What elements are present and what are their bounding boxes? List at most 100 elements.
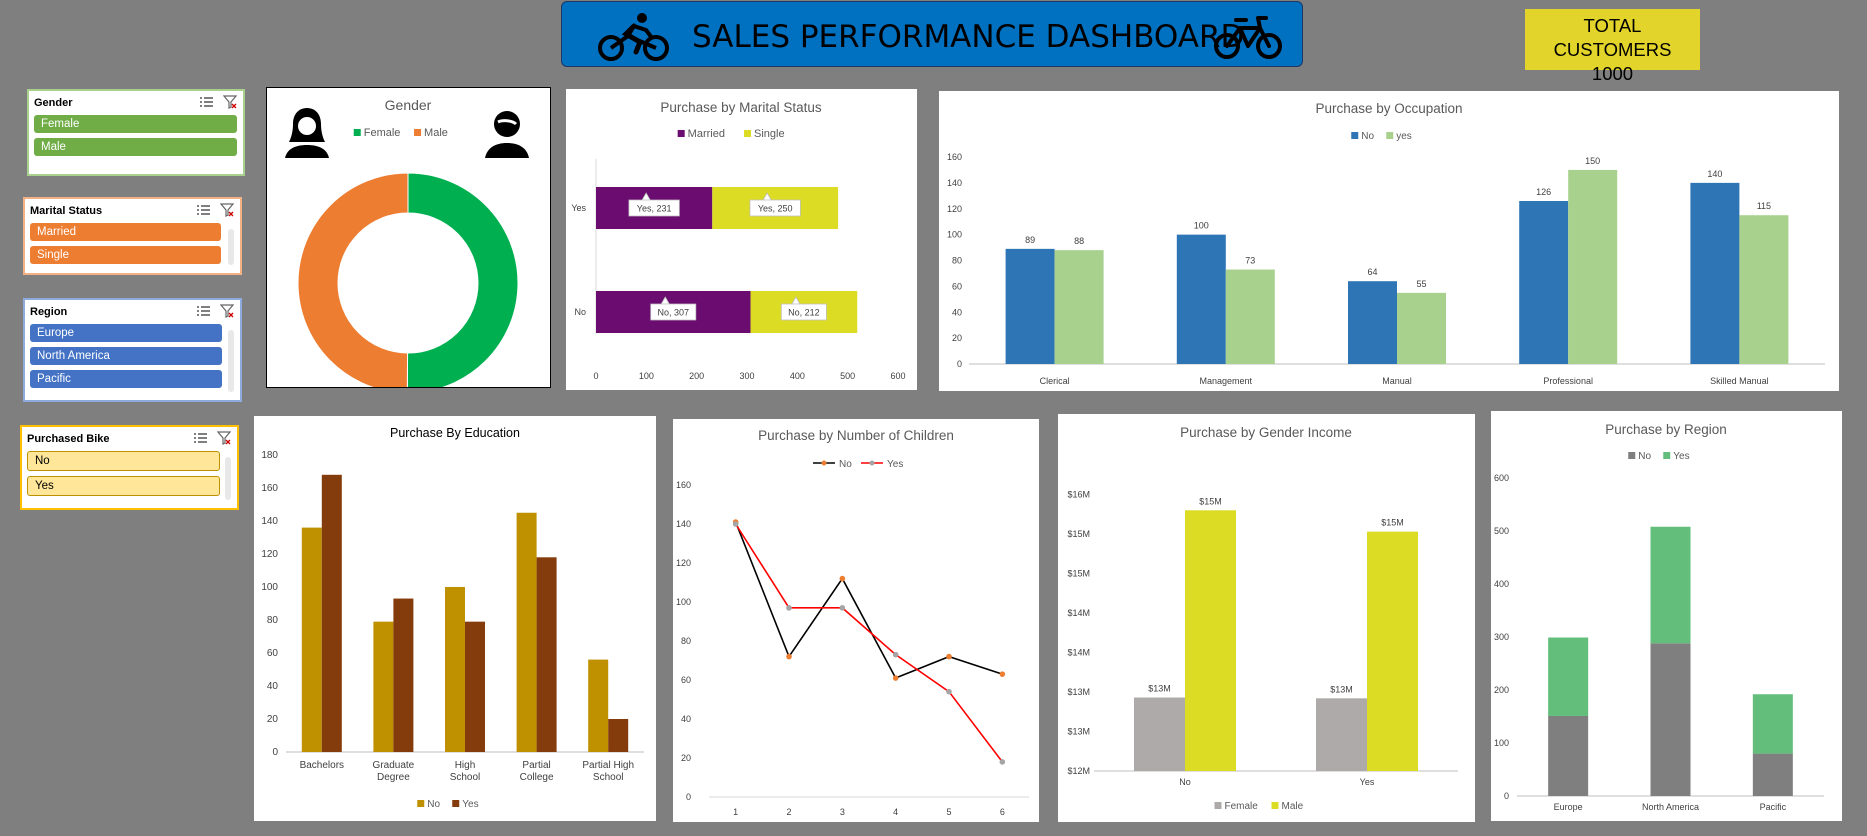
bike-slicer-title: Purchased Bike xyxy=(22,427,237,451)
x-tick-label: 600 xyxy=(890,371,905,381)
y-tick-label: $16M xyxy=(1067,490,1090,500)
marital-slicer-scrollbar[interactable] xyxy=(228,229,234,265)
chart-title: Purchase by Gender Income xyxy=(1180,425,1352,440)
multi-select-icon[interactable] xyxy=(193,431,209,445)
gender-donut-chart: Gender Female Male xyxy=(285,97,529,394)
slicer-item-north-america[interactable]: North America xyxy=(30,347,222,365)
slicer-item-yes[interactable]: Yes xyxy=(27,476,220,496)
female-avatar-icon xyxy=(285,108,329,158)
data-label: 150 xyxy=(1585,156,1600,166)
y-tick-label: $15M xyxy=(1067,569,1090,579)
bar-no-skilled-manual xyxy=(1690,182,1740,364)
bar-no-graduate-degree xyxy=(373,621,394,752)
bar-yes-pacific xyxy=(1752,694,1793,754)
bar-female-yes xyxy=(1316,698,1367,771)
bar-female-no xyxy=(1134,697,1185,771)
dashboard-title: SALES PERFORMANCE DASHBOARD xyxy=(692,19,1245,55)
marital-status-bar-chart: Purchase by Marital Status Married Single 0… xyxy=(571,100,905,381)
bar-yes-north-america xyxy=(1650,526,1691,644)
x-tick-label: No xyxy=(1179,777,1191,787)
y-tick-label: 100 xyxy=(261,582,278,593)
y-tick-label: 40 xyxy=(267,681,279,692)
slicer-item-europe[interactable]: Europe xyxy=(30,324,222,342)
slicer-item-no[interactable]: No xyxy=(27,451,220,471)
x-tick-label: Partial High xyxy=(582,760,634,771)
bar-yes-high-school xyxy=(465,621,485,752)
total-customers-label: TOTAL CUSTOMERS xyxy=(1553,15,1672,60)
region-slicer-title: Region xyxy=(25,300,240,324)
point-yes xyxy=(999,759,1006,765)
occupation-chart-panel: Purchase by Occupation No yes 0 20 40 60 80 100 1… xyxy=(939,91,1839,391)
legend-swatch-yes xyxy=(1663,452,1671,459)
data-label: 55 xyxy=(1416,279,1426,289)
bike-slicer-scrollbar[interactable] xyxy=(225,457,231,500)
legend-label-male: Male xyxy=(424,127,448,139)
y-tick-label: 60 xyxy=(952,281,962,291)
data-label: $13M xyxy=(1148,684,1171,694)
x-tick-label: 0 xyxy=(593,371,598,381)
slicer-item-male[interactable]: Male xyxy=(34,138,237,156)
bar-yes-clerical xyxy=(1054,250,1104,364)
legend-marker-yes xyxy=(869,460,875,466)
y-tick-label: 120 xyxy=(947,204,962,214)
x-tick-label: 6 xyxy=(1000,807,1005,817)
income-chart-panel: Purchase by Gender Income $12M $13M $13M $14… xyxy=(1058,414,1475,822)
data-label: 88 xyxy=(1074,236,1084,246)
point-yes xyxy=(786,605,792,611)
slice-female xyxy=(406,172,519,394)
bar-no-partial-college xyxy=(516,512,537,752)
clear-filter-icon[interactable] xyxy=(219,304,235,318)
slicer-item-married[interactable]: Married xyxy=(30,223,221,241)
data-label: Yes, 231 xyxy=(637,204,672,214)
legend-swatch-female xyxy=(353,129,361,136)
y-tick-label: No xyxy=(574,307,586,317)
legend-swatch-married xyxy=(677,130,685,137)
bar-yes-bachelors xyxy=(321,474,342,752)
point-no xyxy=(946,653,952,660)
bar-yes-partial-college xyxy=(536,557,557,752)
x-tick-label: Degree xyxy=(377,772,410,783)
slicer-item-single[interactable]: Single xyxy=(30,246,221,264)
legend-swatch-yes xyxy=(1386,132,1394,139)
x-tick-label: Manual xyxy=(1382,376,1412,386)
data-label: $13M xyxy=(1330,684,1353,694)
bar-no-high-school xyxy=(445,587,465,752)
data-label: 100 xyxy=(1194,221,1209,231)
bar-no-partial-high-school xyxy=(588,659,609,752)
bar-no-bachelors xyxy=(301,527,322,752)
total-customers-card: TOTAL CUSTOMERS 1000 xyxy=(1525,9,1700,84)
education-chart-panel: Purchase By Education 0 20 40 60 80 100 120 140 1… xyxy=(254,416,656,821)
data-label: $15M xyxy=(1381,518,1404,528)
region-slicer-scrollbar[interactable] xyxy=(228,330,234,392)
clear-filter-icon[interactable] xyxy=(216,431,232,445)
y-tick-label: 100 xyxy=(676,597,691,607)
legend-label-male: Male xyxy=(1282,801,1304,812)
clear-filter-icon[interactable] xyxy=(222,95,238,109)
multi-select-icon[interactable] xyxy=(199,95,215,109)
point-no xyxy=(892,675,899,681)
bar-yes-manual xyxy=(1397,292,1446,364)
chart-title: Purchase by Number of Children xyxy=(758,428,954,443)
legend-label-female: Female xyxy=(364,127,401,139)
bar-yes-skilled-manual xyxy=(1739,215,1789,364)
legend-swatch-male xyxy=(414,129,422,136)
y-tick-label: 600 xyxy=(1494,473,1509,483)
y-tick-label: 140 xyxy=(261,516,278,527)
multi-select-icon[interactable] xyxy=(196,304,212,318)
y-tick-label: $13M xyxy=(1067,727,1090,737)
y-tick-label: 0 xyxy=(957,359,962,369)
legend-label-yes: Yes xyxy=(1673,451,1689,462)
region-chart-panel: Purchase by Region No Yes 0 100 200 300 400 500 6… xyxy=(1491,411,1842,821)
multi-select-icon[interactable] xyxy=(196,203,212,217)
y-tick-label: 160 xyxy=(261,483,278,494)
clear-filter-icon[interactable] xyxy=(219,203,235,217)
data-label: Yes, 250 xyxy=(758,204,793,214)
y-tick-label: 40 xyxy=(952,307,962,317)
x-tick-label: Pacific xyxy=(1760,802,1787,812)
marital-slicer-title: Marital Status xyxy=(25,199,240,223)
bar-no-pacific xyxy=(1752,753,1793,796)
slicer-item-pacific[interactable]: Pacific xyxy=(30,370,222,388)
bar-yes-partial-high-school xyxy=(608,719,629,752)
bar-yes-graduate-degree xyxy=(393,598,414,752)
x-tick-label: 200 xyxy=(689,371,704,381)
